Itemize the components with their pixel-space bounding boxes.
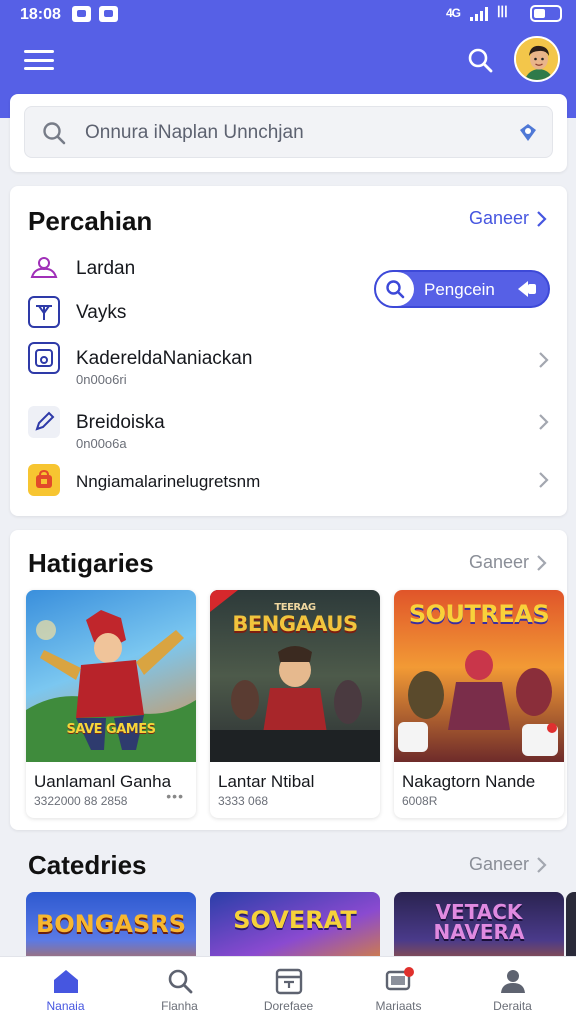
nav-label: Dorefaee [263, 999, 314, 1013]
pref-label: Lardan [76, 258, 136, 279]
action-pill-label: Pengcein [424, 280, 495, 299]
notification-icon [72, 6, 91, 22]
nav-item-profile[interactable]: Deraita [455, 957, 570, 1024]
game-art-image: SAVE GAMES [26, 590, 196, 762]
see-all-link[interactable]: Ganeer [469, 552, 547, 573]
pref-label: Breidoiska [76, 412, 165, 433]
section-title: Percahian [28, 206, 153, 236]
see-all-label: Ganeer [469, 552, 530, 572]
see-all-link[interactable]: Ganeer [469, 854, 547, 875]
tool-icon [28, 296, 60, 328]
see-all-label: Ganeer [469, 208, 530, 228]
game-name: Lantar Ntibal [218, 772, 315, 791]
calendar-icon [275, 968, 303, 995]
toggle-arrow-icon [518, 281, 536, 297]
avatar-image [516, 38, 558, 80]
nav-item-home[interactable]: Nanaia [8, 957, 123, 1024]
pref-row[interactable]: Nngiamalarinelugretsnm [10, 458, 567, 502]
nav-label: Deraita [493, 999, 532, 1013]
category-art-title: VETACK NAVERA [433, 900, 525, 944]
game-meta: 6008R [402, 794, 438, 808]
search-bar[interactable] [24, 106, 553, 158]
message-icon [385, 967, 414, 991]
nav-item-messages[interactable]: Mariaats [341, 957, 456, 1024]
search-card [10, 94, 567, 172]
pref-sublabel: 0n00o6ri [76, 372, 127, 387]
notification-icon [99, 6, 118, 22]
see-all-link[interactable]: Ganeer [469, 208, 547, 229]
status-bar: 18:08 4G ꟾꟾꟾ [0, 0, 576, 30]
pref-label: KadereldaNaniackan [76, 348, 253, 369]
signal-label: 4G [446, 6, 461, 20]
category-art-title: BONGASRS [35, 910, 187, 938]
game-meta: 3322000 88 2858 [34, 794, 128, 808]
categories-section: Catedries Ganeer BONGASRS SOVERAT VETACK… [10, 842, 576, 972]
game-card[interactable]: TEERAG BENGAAUS Lantar Ntibal 3333 068 [210, 590, 380, 818]
search-icon[interactable] [466, 46, 494, 74]
network-label: ꟾꟾꟾ [497, 6, 508, 20]
game-art-title: BENGAAUS [232, 612, 358, 636]
see-all-label: Ganeer [469, 854, 530, 874]
section-title: Catedries [28, 850, 147, 880]
action-pill-button[interactable]: Pengcein [374, 270, 550, 308]
search-input[interactable] [85, 117, 505, 149]
user-outline-icon [28, 252, 60, 284]
pref-sublabel: 0n00o6a [76, 436, 127, 451]
game-name: Nakagtorn Nande [402, 772, 536, 791]
profile-icon [501, 970, 525, 993]
pref-label: Nngiamalarinelugretsnm [76, 472, 261, 491]
status-time: 18:08 [20, 6, 61, 23]
search-icon [376, 272, 414, 306]
nav-label: Flanha [161, 999, 198, 1013]
game-card[interactable]: SOUTREAS Nakagtorn Nande 6008R [394, 590, 564, 818]
game-art-image: TEERAG BENGAAUS [210, 590, 380, 762]
chevron-right-icon [539, 472, 549, 488]
home-icon [54, 970, 78, 993]
chevron-right-icon [539, 352, 549, 368]
game-art-title: SAVE GAMES [66, 722, 156, 737]
game-art-title: SOUTREAS [408, 600, 550, 628]
game-art-image: SOUTREAS [394, 590, 564, 762]
image-frame-icon [28, 342, 60, 374]
section-title: Hatigaries [28, 548, 154, 578]
pencil-icon [28, 406, 60, 438]
voice-search-icon[interactable] [517, 122, 539, 144]
game-meta: 3333 068 [218, 794, 269, 808]
featured-games-card: Hatigaries Ganeer SAVE GAMES Uanlamanl G… [10, 530, 567, 830]
preferences-card: Percahian Ganeer Lardan Vayks Pengcein K… [10, 186, 567, 516]
avatar[interactable] [514, 36, 560, 82]
search-icon [43, 122, 66, 145]
lock-app-icon [28, 464, 60, 496]
bottom-navigation: Nanaia Flanha Dorefaee Mariaats Deraita [0, 956, 576, 1024]
pref-label: Vayks [76, 302, 127, 323]
chevron-right-icon [537, 554, 547, 571]
nav-item-calendar[interactable]: Dorefaee [231, 957, 346, 1024]
game-card[interactable]: SAVE GAMES Uanlamanl Ganha 3322000 88 28… [26, 590, 196, 818]
chevron-right-icon [537, 856, 547, 873]
chevron-right-icon [539, 414, 549, 430]
game-name: Uanlamanl Ganha [34, 772, 172, 791]
nav-item-search[interactable]: Flanha [122, 957, 237, 1024]
category-art-title: SOVERAT [233, 906, 357, 934]
nav-label: Mariaats [375, 999, 422, 1013]
nav-label: Nanaia [46, 999, 85, 1013]
menu-button[interactable] [24, 48, 54, 72]
pref-row[interactable]: KadereldaNaniackan 0n00o6ri [10, 336, 567, 396]
pref-row[interactable]: Breidoiska 0n00o6a [10, 400, 567, 460]
search-icon [168, 969, 193, 994]
battery-icon [530, 5, 562, 22]
signal-bars-icon [470, 7, 488, 21]
more-options-icon[interactable]: ••• [166, 788, 184, 804]
chevron-right-icon [537, 210, 547, 227]
